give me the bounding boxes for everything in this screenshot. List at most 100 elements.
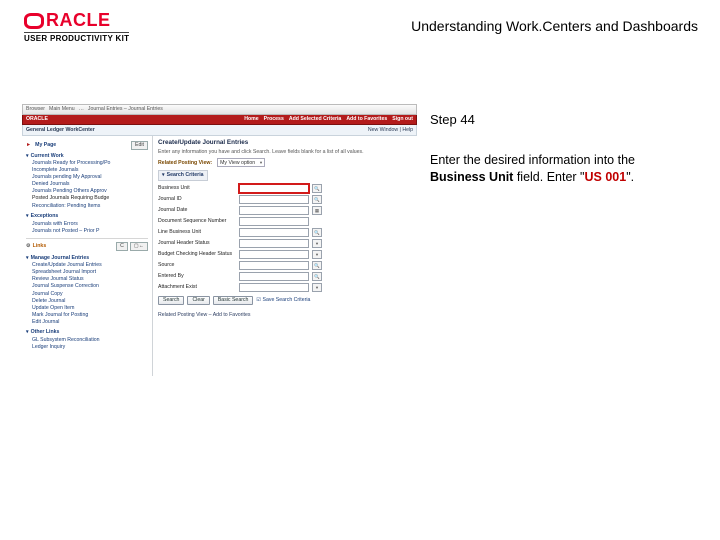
sidebar-item[interactable]: Create/Update Journal Entries [32, 262, 148, 269]
sidebar-item[interactable]: Incomplete Journals [32, 167, 148, 174]
sidebar-item[interactable]: GL Subsystem Reconciliation [32, 337, 148, 344]
source-input[interactable] [239, 261, 309, 270]
lookup-icon[interactable]: 🔍 [312, 228, 322, 237]
sidebar-section: ▾Exceptions Journals with Errors Journal… [26, 213, 148, 234]
sidebar-section: ▾Other Links GL Subsystem Reconciliation… [26, 329, 148, 350]
doc-seq-input[interactable] [239, 217, 309, 226]
business-unit-input[interactable] [239, 184, 309, 193]
clear-button[interactable]: Clear [187, 296, 209, 306]
chevron-down-icon: ▾ [260, 160, 262, 166]
page: RACLE USER PRODUCTIVITY KIT Understandin… [0, 0, 720, 540]
sidebar-item[interactable]: Journals Pending Others Approv [32, 188, 148, 195]
sidebar-item[interactable]: Journals with Errors [32, 221, 148, 228]
section-header-links[interactable]: ⚙ Links C ▢← [26, 242, 148, 251]
edit-button[interactable]: Edit [131, 141, 148, 150]
field-label: Journal Header Status [158, 240, 236, 247]
field-label: Attachment Exist [158, 284, 236, 291]
sidebar-item[interactable]: Journals Ready for Processing/Po [32, 160, 148, 167]
flag-icon: ► [26, 142, 31, 149]
nav-link[interactable]: Home [244, 116, 258, 123]
crumb: Browser [26, 106, 45, 113]
sidebar-item[interactable]: Delete Journal [32, 298, 148, 305]
sidebar-item[interactable]: Mark Journal for Posting [32, 312, 148, 319]
field-label: Journal Date [158, 207, 236, 214]
attach-exist-input[interactable] [239, 283, 309, 292]
lookup-icon[interactable]: 🔍 [312, 184, 322, 193]
crumb: Journal Entries – Journal Entries [88, 106, 163, 113]
section-header[interactable]: ▾Exceptions [26, 213, 148, 220]
sidebar-item[interactable]: Ledger Inquiry [32, 344, 148, 351]
chevron-down-icon[interactable]: ▾ [312, 239, 322, 248]
crumb: Main Menu [49, 106, 75, 113]
chevron-down-icon[interactable]: ▾ [312, 250, 322, 259]
page-subtitle: Enter any information you have and click… [158, 149, 412, 156]
page-title: Create/Update Journal Entries [158, 139, 412, 147]
sidebar-section: ▾Current Work Journals Ready for Process… [26, 153, 148, 210]
search-button[interactable]: Search [158, 296, 184, 306]
embedded-screenshot: Browser Main Menu … Journal Entries – Jo… [22, 104, 417, 384]
section-header[interactable]: ▾Current Work [26, 153, 148, 160]
section-header[interactable]: ▾Manage Journal Entries [26, 255, 148, 262]
instr-pre: Enter the desired information into the [430, 153, 635, 167]
sidebar-item[interactable]: Denied Journals [32, 181, 148, 188]
nav-link[interactable]: Add to Favorites [346, 116, 387, 123]
view-value: My View option [220, 160, 255, 167]
jh-status-input[interactable] [239, 239, 309, 248]
sidebar-section: ⚙ Links C ▢← [26, 242, 148, 251]
entered-by-input[interactable] [239, 272, 309, 281]
expand-pill[interactable]: ▢← [130, 242, 148, 251]
step-label: Step 44 [430, 112, 475, 127]
journal-id-input[interactable] [239, 195, 309, 204]
nav-link[interactable]: Add Selected Criteria [289, 116, 341, 123]
field-label: Budget Checking Header Status [158, 251, 236, 258]
view-row: Related Posting View: My View option ▾ [158, 158, 412, 167]
calendar-icon[interactable]: ▦ [312, 206, 322, 215]
nav-link[interactable]: Sign out [392, 116, 413, 123]
sidebar-item[interactable]: Journal Copy [32, 291, 148, 298]
sidebar-item[interactable]: Journals pending My Approval [32, 174, 148, 181]
line-bu-input[interactable] [239, 228, 309, 237]
search-form: Business Unit 🔍 Journal ID 🔍 Journal Dat… [158, 184, 412, 292]
lookup-icon[interactable]: 🔍 [312, 195, 322, 204]
section-header[interactable]: ▾Other Links [26, 329, 148, 336]
journal-date-input[interactable] [239, 206, 309, 215]
app-header: ORACLE Home Process Add Selected Criteri… [22, 115, 417, 125]
instr-mid: field. Enter " [513, 170, 584, 184]
field-label: Line Business Unit [158, 229, 236, 236]
sidebar: ► My Page Edit ▾Current Work Journals Re… [22, 136, 153, 376]
field-label: Source [158, 262, 236, 269]
app-brand: ORACLE [26, 116, 48, 123]
instr-bold: Business Unit [430, 170, 513, 184]
sidebar-item[interactable]: Journals not Posted – Prior P [32, 228, 148, 235]
budget-status-input[interactable] [239, 250, 309, 259]
nav-link[interactable]: Process [264, 116, 284, 123]
view-select[interactable]: My View option ▾ [217, 158, 265, 167]
body: ► My Page Edit ▾Current Work Journals Re… [22, 136, 417, 376]
field-label: Business Unit [158, 185, 236, 192]
field-label: Document Sequence Number [158, 218, 236, 225]
sidebar-section: ▾Manage Journal Entries Create/Update Jo… [26, 255, 148, 326]
field-label: Journal ID [158, 196, 236, 203]
sidebar-item[interactable]: Journal Suspense Correction [32, 283, 148, 290]
sidebar-item[interactable]: Spreadsheet Journal Import [32, 269, 148, 276]
document-title: Understanding Work.Centers and Dashboard… [411, 18, 698, 34]
sidebar-item[interactable]: Review Journal Status [32, 276, 148, 283]
save-search-link[interactable]: ☑ Save Search Criteria [256, 297, 310, 304]
sidebar-item[interactable]: Posted Journals Requiring Budge [32, 195, 148, 202]
chevron-down-icon[interactable]: ▾ [312, 283, 322, 292]
sidebar-item[interactable]: Update Open Item [32, 305, 148, 312]
lookup-icon[interactable]: 🔍 [312, 272, 322, 281]
field-label: Entered By [158, 273, 236, 280]
my-page[interactable]: ► My Page Edit [26, 141, 148, 150]
view-label: Related Posting View: [158, 160, 212, 167]
basic-search-button[interactable]: Basic Search [213, 296, 254, 306]
sidebar-item[interactable]: Reconciliation: Pending Items [32, 203, 148, 210]
brand-block: RACLE USER PRODUCTIVITY KIT [24, 10, 129, 43]
lookup-icon[interactable]: 🔍 [312, 261, 322, 270]
c-pill[interactable]: C [116, 242, 128, 251]
oracle-o-icon [24, 13, 44, 29]
crumb: … [79, 106, 84, 113]
sidebar-item[interactable]: Edit Journal [32, 319, 148, 326]
search-criteria-header[interactable]: ▾Search Criteria [158, 170, 208, 181]
window-links[interactable]: New Window | Help [368, 127, 413, 134]
